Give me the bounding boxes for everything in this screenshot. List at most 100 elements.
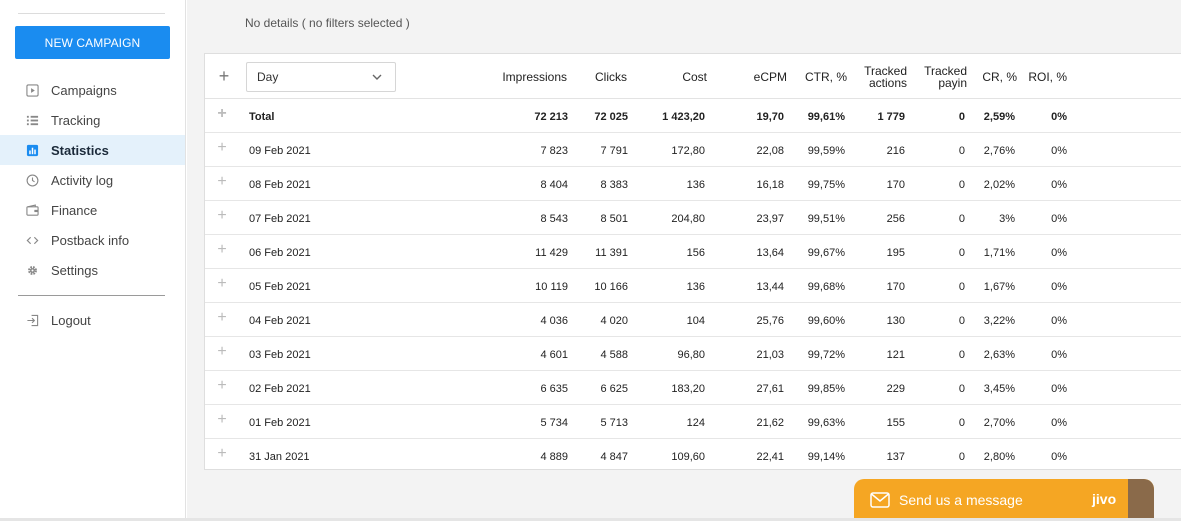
- sidebar-nav: Campaigns Tracking Statistics Activity l…: [0, 75, 185, 285]
- cell-impressions: 10 119: [535, 281, 568, 293]
- row-date: 07 Feb 2021: [249, 213, 311, 225]
- cell-tracked-payin: 0: [958, 247, 965, 259]
- table-row: +06 Feb 2021 11 429 11 391 156 13,64 99,67% 19…: [205, 235, 1181, 269]
- column-header[interactable]: eCPM: [754, 71, 787, 83]
- sidebar-item-label: Settings: [51, 262, 98, 278]
- table-row: +01 Feb 2021 5 734 5 713 124 21,62 99,63% 155 0…: [205, 405, 1181, 439]
- cell-cost: 1 423,20: [662, 111, 705, 123]
- wallet-icon: [25, 203, 39, 217]
- cell-tracked-payin: 0: [958, 213, 965, 225]
- cell-cr: 2,70%: [983, 417, 1015, 429]
- cell-impressions: 7 823: [540, 145, 568, 157]
- table-row: +03 Feb 2021 4 601 4 588 96,80 21,03 99,72% 12…: [205, 337, 1181, 371]
- cell-tracked-actions: 195: [886, 247, 905, 259]
- row-date: 04 Feb 2021: [249, 315, 311, 327]
- sidebar-item-activity-log[interactable]: Activity log: [0, 165, 185, 195]
- list-icon: [25, 113, 39, 127]
- cell-ecpm: 19,70: [756, 111, 784, 123]
- expand-row-icon[interactable]: +: [215, 276, 229, 292]
- expand-row-icon[interactable]: +: [215, 242, 229, 258]
- row-date: Total: [249, 111, 275, 123]
- expand-row-icon[interactable]: +: [215, 378, 229, 394]
- table-row: +08 Feb 2021 8 404 8 383 136 16,18 99,75% 170 0…: [205, 167, 1181, 201]
- column-header[interactable]: CTR, %: [805, 71, 847, 83]
- play-square-icon: [25, 83, 39, 97]
- cell-tracked-payin: 0: [958, 145, 965, 157]
- expand-row-icon[interactable]: +: [215, 412, 229, 428]
- expand-all-icon[interactable]: +: [215, 67, 233, 85]
- cell-ctr: 99,61%: [807, 111, 845, 123]
- cell-tracked-actions: 229: [886, 383, 905, 395]
- sidebar-item-campaigns[interactable]: Campaigns: [0, 75, 185, 105]
- column-header[interactable]: Tracked actions: [847, 65, 907, 89]
- main-content: No details ( no filters selected ) + Day…: [187, 0, 1181, 521]
- column-header[interactable]: Impressions: [502, 71, 567, 83]
- cell-cost: 109,60: [671, 451, 705, 463]
- table-row: +05 Feb 2021 10 119 10 166 136 13,44 99,68% 17…: [205, 269, 1181, 303]
- expand-row-icon[interactable]: +: [215, 446, 229, 462]
- table-row: +31 Jan 2021 4 889 4 847 109,60 22,41 99,14% 1…: [205, 439, 1181, 469]
- sidebar-item-tracking[interactable]: Tracking: [0, 105, 185, 135]
- cell-impressions: 8 543: [540, 213, 568, 225]
- expand-row-icon[interactable]: +: [215, 140, 229, 156]
- table-header: + Day Impressions Clicks Cost eCPM CTR, …: [205, 54, 1181, 99]
- cell-tracked-payin: 0: [958, 281, 965, 293]
- column-header[interactable]: Tracked payin: [912, 65, 967, 89]
- cell-ctr: 99,60%: [807, 315, 845, 327]
- cell-ecpm: 27,61: [756, 383, 784, 395]
- cell-cost: 204,80: [671, 213, 705, 225]
- cell-cost: 136: [686, 179, 705, 191]
- cell-cost: 172,80: [671, 145, 705, 157]
- cell-cr: 2,02%: [983, 179, 1015, 191]
- sidebar-item-finance[interactable]: Finance: [0, 195, 185, 225]
- group-by-select[interactable]: Day: [246, 62, 396, 92]
- cell-roi: 0%: [1051, 417, 1067, 429]
- expand-row-icon[interactable]: +: [215, 174, 229, 190]
- expand-row-icon[interactable]: +: [215, 208, 229, 224]
- cell-tracked-actions: 216: [886, 145, 905, 157]
- expand-row-icon[interactable]: +: [215, 106, 229, 122]
- cell-cr: 3,45%: [983, 383, 1015, 395]
- cell-roi: 0%: [1051, 145, 1067, 157]
- cell-tracked-payin: 0: [958, 111, 965, 123]
- cell-impressions: 5 734: [540, 417, 568, 429]
- cell-tracked-actions: 137: [886, 451, 905, 463]
- sidebar-item-settings[interactable]: Settings: [0, 255, 185, 285]
- cell-tracked-actions: 155: [886, 417, 905, 429]
- clock-icon: [25, 173, 39, 187]
- table-row: +07 Feb 2021 8 543 8 501 204,80 23,97 99,51% 2…: [205, 201, 1181, 235]
- cell-clicks: 8 383: [600, 179, 628, 191]
- cell-tracked-payin: 0: [958, 349, 965, 361]
- column-header[interactable]: Clicks: [595, 71, 627, 83]
- sidebar-item-statistics[interactable]: Statistics: [0, 135, 185, 165]
- table-row: +04 Feb 2021 4 036 4 020 104 25,76 99,60% 130 0…: [205, 303, 1181, 337]
- cell-tracked-actions: 130: [886, 315, 905, 327]
- cell-roi: 0%: [1051, 247, 1067, 259]
- cell-ecpm: 22,41: [756, 451, 784, 463]
- cell-cr: 2,76%: [983, 145, 1015, 157]
- row-date: 31 Jan 2021: [249, 451, 310, 463]
- cell-clicks: 72 025: [594, 111, 628, 123]
- expand-row-icon[interactable]: +: [215, 310, 229, 326]
- cell-cost: 156: [686, 247, 705, 259]
- logout-link[interactable]: Logout: [0, 305, 185, 335]
- new-campaign-button[interactable]: NEW CAMPAIGN: [15, 26, 170, 59]
- column-header[interactable]: ROI, %: [1028, 71, 1067, 83]
- cell-roi: 0%: [1051, 383, 1067, 395]
- divider: [18, 13, 165, 14]
- row-date: 08 Feb 2021: [249, 179, 311, 191]
- chat-widget[interactable]: Send us a message jivo: [854, 479, 1154, 521]
- cell-impressions: 6 635: [540, 383, 568, 395]
- cell-ctr: 99,67%: [807, 247, 845, 259]
- cell-ctr: 99,63%: [807, 417, 845, 429]
- cell-clicks: 8 501: [600, 213, 628, 225]
- cell-tracked-actions: 256: [886, 213, 905, 225]
- cell-cost: 136: [686, 281, 705, 293]
- cell-clicks: 6 625: [600, 383, 628, 395]
- cell-ctr: 99,85%: [807, 383, 845, 395]
- column-header[interactable]: Cost: [682, 71, 707, 83]
- column-header[interactable]: CR, %: [982, 71, 1017, 83]
- expand-row-icon[interactable]: +: [215, 344, 229, 360]
- sidebar-item-postback-info[interactable]: Postback info: [0, 225, 185, 255]
- cell-roi: 0%: [1051, 111, 1067, 123]
